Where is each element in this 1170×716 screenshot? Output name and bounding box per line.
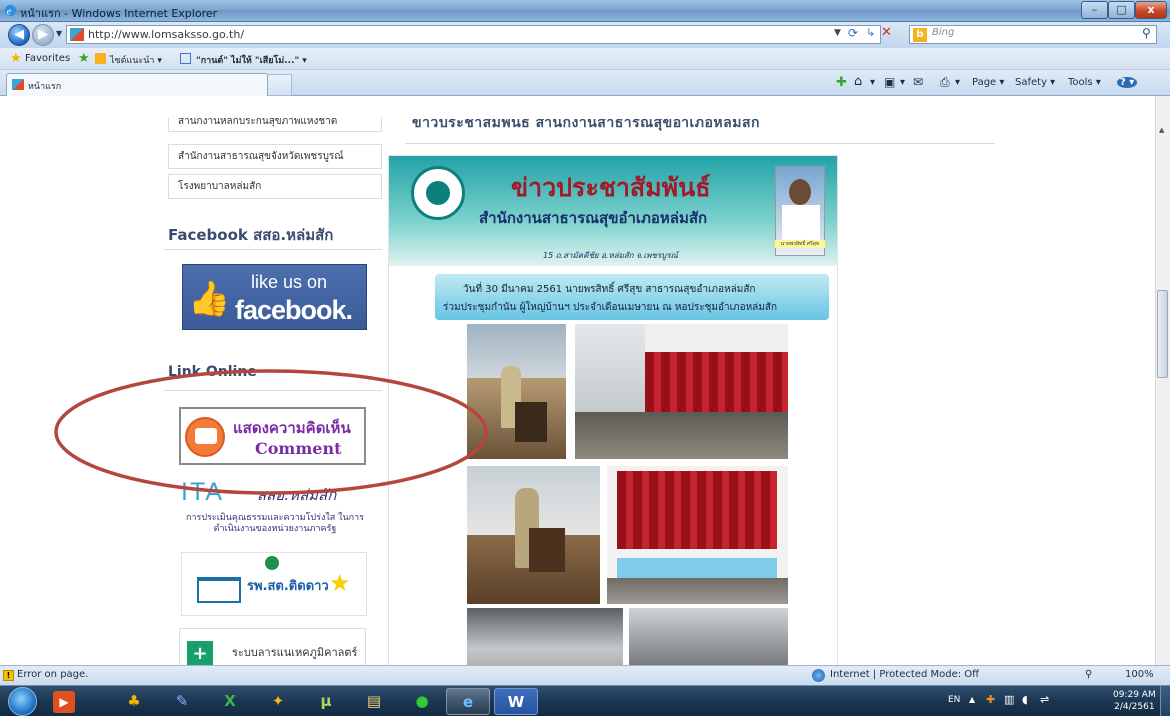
tab-favicon-icon <box>12 79 24 90</box>
usb-icon[interactable]: ⇌ <box>1040 693 1049 706</box>
input-language[interactable]: EN <box>948 695 960 705</box>
forward-button[interactable]: ▶ <box>32 24 54 46</box>
show-desktop-button[interactable] <box>1160 686 1170 716</box>
warning-icon[interactable]: ! <box>3 670 14 681</box>
excel-icon[interactable]: X <box>208 688 252 715</box>
site-favicon-icon <box>70 28 84 41</box>
url-input[interactable]: http://www.lomsaksso.go.th/ <box>66 25 881 44</box>
favorites-button[interactable]: Favorites <box>25 53 70 64</box>
status-bar: ! Error on page. Internet | Protected Mo… <box>0 665 1170 685</box>
print-icon[interactable]: ⎙ <box>940 75 950 90</box>
window-title: หน้าแรก - Windows Internet Explorer <box>20 7 218 20</box>
mail-icon[interactable]: ✉ <box>913 75 923 89</box>
feeds-icon[interactable]: ✚ <box>836 75 847 90</box>
line-app-icon[interactable]: ● <box>400 688 444 715</box>
game-app-icon[interactable]: ✦ <box>256 688 300 715</box>
add-favorite-icon[interactable]: ★ <box>78 51 90 66</box>
favorites-bar: ★ Favorites ★ ไซต์แนะนำ ▾ "กานต์" ไม่ให้… <box>0 48 1170 70</box>
word-icon[interactable]: W <box>494 688 538 715</box>
url-text: http://www.lomsaksso.go.th/ <box>88 28 245 41</box>
refresh-icon[interactable]: ⟳ <box>848 26 858 40</box>
annotation-ellipse <box>54 369 488 495</box>
rss-icon[interactable]: ▣ <box>884 75 895 89</box>
internet-zone-icon <box>812 669 825 682</box>
new-tab-button[interactable] <box>268 74 292 96</box>
start-button[interactable] <box>8 687 37 716</box>
bing-favorite-icon <box>95 53 106 64</box>
ie-logo-icon: e <box>4 4 17 17</box>
favorite-item-news[interactable]: "กานต์" ไม่ให้ "เสียโม่..." ▾ <box>196 53 307 67</box>
compatibility-view-icon[interactable]: ↳ <box>866 26 875 39</box>
search-placeholder: Bing <box>932 27 955 38</box>
svg-text:e: e <box>7 6 12 17</box>
address-bar: ◀ ▶ ▼ http://www.lomsaksso.go.th/ ▼ ⟳ ↳ … <box>0 22 1170 48</box>
tab-home[interactable]: หน้าแรก <box>6 73 268 96</box>
scrollbar-thumb[interactable] <box>1157 290 1168 378</box>
clock-time: 09:29 AM <box>1113 690 1156 700</box>
home-icon[interactable]: ⌂ <box>854 74 862 89</box>
paint-app-icon[interactable]: ✎ <box>160 688 204 715</box>
media-player-icon[interactable]: ▶ <box>53 691 75 713</box>
close-button[interactable]: x <box>1135 1 1167 19</box>
status-error-text[interactable]: Error on page. <box>17 669 88 680</box>
tray-app-icon[interactable]: ✚ <box>986 693 995 706</box>
favorites-star-icon[interactable]: ★ <box>10 51 22 66</box>
history-dropdown-icon[interactable]: ▼ <box>56 29 62 38</box>
scroll-up-icon[interactable]: ▲ <box>1159 126 1164 134</box>
network-icon[interactable]: ▥ <box>1004 693 1014 706</box>
utorrent-icon[interactable]: µ <box>304 688 348 715</box>
search-icon[interactable]: ⚲ <box>1142 26 1151 40</box>
home-dropdown-icon[interactable]: ▾ <box>870 77 875 88</box>
page-menu[interactable]: Page ▾ <box>972 77 1004 88</box>
volume-icon[interactable]: ◖ <box>1022 693 1028 706</box>
tab-label: หน้าแรก <box>28 82 62 92</box>
bing-icon: b <box>913 28 927 42</box>
tools-menu[interactable]: Tools ▾ <box>1068 77 1101 88</box>
people-app-icon[interactable]: ♣ <box>112 688 156 715</box>
taskbar: ▶ ♣ ✎ X ✦ µ ▤ ● e W EN ▲ ✚ ▥ ◖ ⇌ 09:29 A… <box>0 685 1170 716</box>
favorite-item-suggested[interactable]: ไซต์แนะนำ ▾ <box>110 53 162 67</box>
system-clock[interactable]: 09:29 AM 2/4/2561 <box>1113 689 1156 713</box>
url-dropdown-icon[interactable]: ▼ <box>834 28 841 38</box>
safety-menu[interactable]: Safety ▾ <box>1015 77 1055 88</box>
clock-date: 2/4/2561 <box>1114 702 1155 712</box>
title-bar: e หน้าแรก - Windows Internet Explorer – … <box>0 0 1170 22</box>
rss-dropdown-icon[interactable]: ▾ <box>900 77 905 88</box>
maximize-button[interactable]: □ <box>1108 1 1135 19</box>
minimize-button[interactable]: – <box>1081 1 1108 19</box>
back-button[interactable]: ◀ <box>8 24 30 46</box>
web-page-content: สำนักงานหลักประกันสุขภาพแห่งชาติ สำนักงา… <box>0 96 1155 665</box>
security-zone-text[interactable]: Internet | Protected Mode: Off <box>830 669 1000 680</box>
web-slice-icon <box>180 53 191 64</box>
stop-icon[interactable]: ✕ <box>881 25 892 40</box>
zoom-icon[interactable]: ⚲ <box>1085 669 1092 680</box>
print-dropdown-icon[interactable]: ▾ <box>955 77 960 88</box>
vertical-scrollbar[interactable]: ▲ <box>1155 96 1170 665</box>
zoom-level[interactable]: 100% <box>1125 669 1154 680</box>
internet-explorer-taskbar-icon[interactable]: e <box>446 688 490 715</box>
file-explorer-icon[interactable]: ▤ <box>352 688 396 715</box>
tray-expand-icon[interactable]: ▲ <box>969 695 975 704</box>
